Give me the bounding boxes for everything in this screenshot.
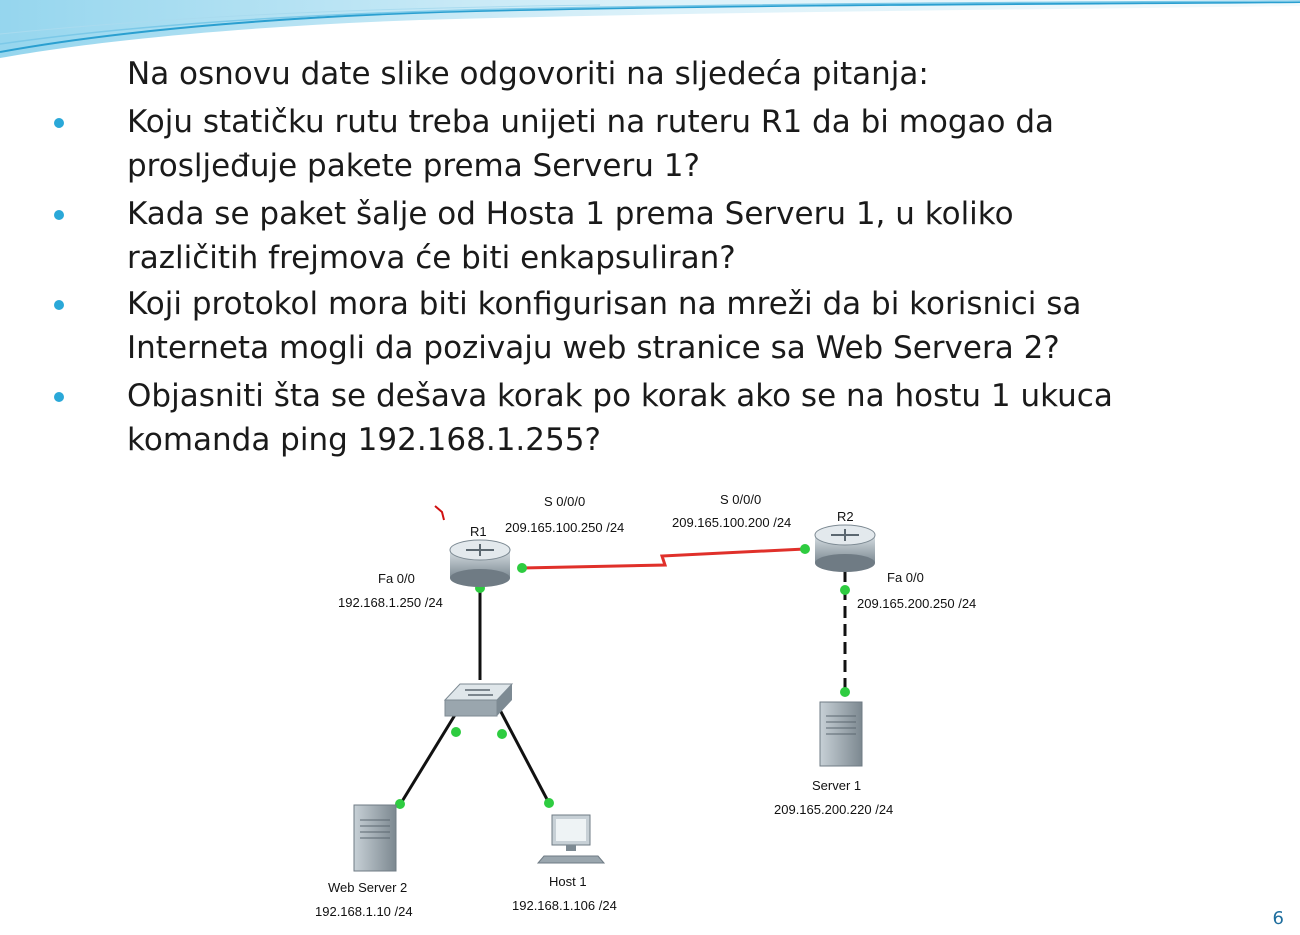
r1-fa-iface: Fa 0/0 <box>378 571 415 586</box>
diagram-background <box>300 470 1025 925</box>
port-indicator <box>451 727 461 737</box>
r2-fa-iface: Fa 0/0 <box>887 570 924 585</box>
slide: Na osnovu date slike odgovoriti na sljed… <box>0 0 1300 935</box>
server-1-icon <box>819 701 863 767</box>
host-1-ip: 192.168.1.106 /24 <box>512 898 617 913</box>
bullet-dot-icon <box>54 392 64 402</box>
router-r2-icon <box>814 524 876 572</box>
r1-fa-ip: 192.168.1.250 /24 <box>338 595 443 610</box>
question-text: Koji protokol mora biti konfigurisan na … <box>127 286 1082 366</box>
slide-intro: Na osnovu date slike odgovoriti na sljed… <box>127 56 929 92</box>
port-indicator <box>800 544 810 554</box>
port-indicator <box>544 798 554 808</box>
question-text: Koju statičku rutu treba unijeti na rute… <box>127 104 1055 184</box>
r2-serial-ip: 209.165.100.200 /24 <box>672 515 791 530</box>
question-text: Objasniti šta se dešava korak po korak a… <box>127 378 1113 458</box>
host-1-name: Host 1 <box>549 874 587 889</box>
port-indicator <box>497 729 507 739</box>
page-number: 6 <box>1272 908 1284 929</box>
r2-serial-iface: S 0/0/0 <box>720 492 761 507</box>
port-indicator <box>840 687 850 697</box>
r2-name: R2 <box>837 509 854 524</box>
r1-serial-iface: S 0/0/0 <box>544 494 585 509</box>
port-indicator <box>517 563 527 573</box>
web-server-2-ip: 192.168.1.10 /24 <box>315 904 413 919</box>
web-server-2-icon <box>353 804 397 872</box>
question-text: Kada se paket šalje od Hosta 1 prema Ser… <box>127 196 1014 276</box>
r1-name: R1 <box>470 524 487 539</box>
network-topology-diagram: S 0/0/0 209.165.100.250 /24 R1 Fa 0/0 19… <box>300 470 1025 925</box>
r2-fa-ip: 209.165.200.250 /24 <box>857 596 976 611</box>
port-indicator <box>840 585 850 595</box>
bullet-dot-icon <box>54 210 64 220</box>
server-1-ip: 209.165.200.220 /24 <box>774 802 893 817</box>
bullet-dot-icon <box>54 300 64 310</box>
web-server-2-name: Web Server 2 <box>328 880 407 895</box>
router-r1-icon <box>449 539 511 587</box>
r1-serial-ip: 209.165.100.250 /24 <box>505 520 624 535</box>
server-1-name: Server 1 <box>812 778 861 793</box>
bullet-dot-icon <box>54 118 64 128</box>
